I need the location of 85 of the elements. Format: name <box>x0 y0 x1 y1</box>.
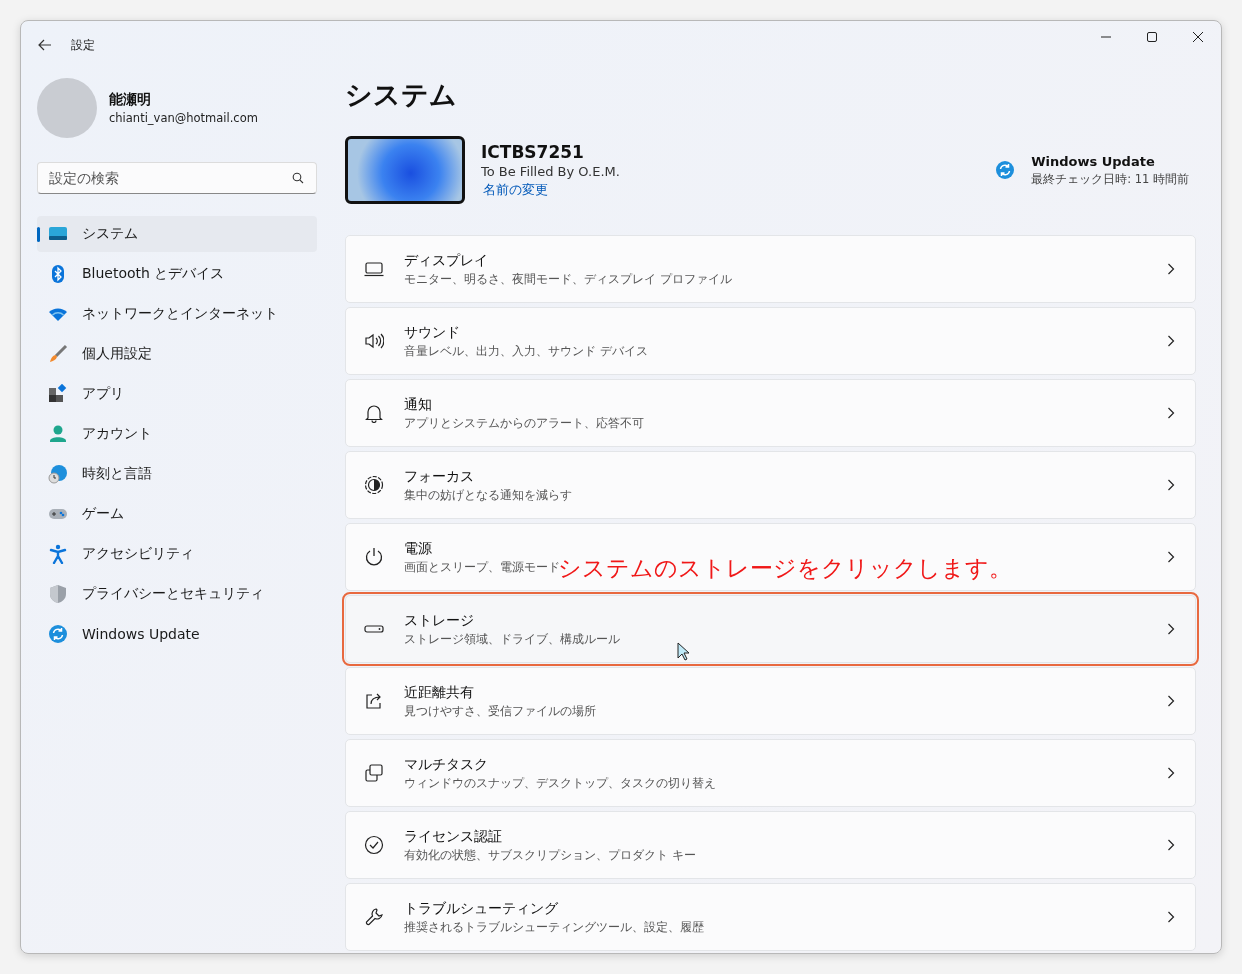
setting-description: 集中の妨げとなる通知を減らす <box>404 487 572 503</box>
update-icon[interactable] <box>995 160 1016 180</box>
display-icon <box>364 259 384 279</box>
nav-item[interactable]: Bluetooth とデバイス <box>37 256 317 292</box>
update-title: Windows Update <box>1031 153 1156 169</box>
settings-row[interactable]: サウンド 音量レベル、出力、入力、サウンド デバイス <box>345 307 1196 375</box>
settings-row[interactable]: 通知 アプリとシステムからのアラート、応答不可 <box>345 379 1196 447</box>
nav-item[interactable]: システム <box>37 216 317 252</box>
settings-row[interactable]: ディスプレイ モニター、明るさ、夜間モード、ディスプレイ プロファイル <box>345 235 1196 303</box>
chevron-right-icon <box>1167 479 1175 491</box>
maximize-icon[interactable] <box>1147 32 1157 42</box>
setting-description: アプリとシステムからのアラート、応答不可 <box>404 415 644 431</box>
nav-item[interactable]: 個人用設定 <box>37 336 317 372</box>
setting-title: 通知 <box>404 395 432 414</box>
chevron-right-icon <box>1167 767 1175 779</box>
settings-row[interactable]: ストレージ ストレージ領域、ドライブ、構成ルール <box>345 595 1196 663</box>
selection-indicator <box>37 227 40 242</box>
setting-title: ストレージ <box>404 611 474 630</box>
setting-title: 近距離共有 <box>404 683 474 702</box>
wrench-icon <box>364 907 384 927</box>
setting-title: ライセンス認証 <box>404 827 502 846</box>
setting-title: マルチタスク <box>404 755 488 774</box>
device-manufacturer: To Be Filled By O.E.M. <box>481 163 620 179</box>
settings-row[interactable]: 近距離共有 見つけやすさ、受信ファイルの場所 <box>345 667 1196 735</box>
setting-title: ディスプレイ <box>404 251 488 270</box>
chevron-right-icon <box>1167 911 1175 923</box>
setting-description: 推奨されるトラブルシューティングツール、設定、履歴 <box>404 919 704 935</box>
window-title: 設定 <box>71 36 95 54</box>
setting-title: 電源 <box>404 539 432 558</box>
shield-icon <box>48 584 68 604</box>
setting-description: 音量レベル、出力、入力、サウンド デバイス <box>404 343 648 359</box>
focus-icon <box>364 475 384 495</box>
user-email: chianti_van@hotmail.com <box>109 111 258 125</box>
chevron-right-icon <box>1167 335 1175 347</box>
annotation-text: システムのストレージをクリックします。 <box>558 554 1012 583</box>
setting-description: モニター、明るさ、夜間モード、ディスプレイ プロファイル <box>404 271 732 287</box>
share-icon <box>364 691 384 711</box>
rename-link[interactable]: 名前の変更 <box>483 180 548 199</box>
chevron-right-icon <box>1167 839 1175 851</box>
search-icon <box>292 172 304 184</box>
nav-item[interactable]: プライバシーとセキュリティ <box>37 576 317 612</box>
bell-icon <box>364 403 384 423</box>
power-icon <box>364 547 384 567</box>
device-name: ICTBS7251 <box>481 141 585 162</box>
settings-row[interactable]: ライセンス認証 有効化の状態、サブスクリプション、プロダクト キー <box>345 811 1196 879</box>
user-name: 能瀬明 <box>109 91 152 109</box>
settings-row[interactable]: マルチタスク ウィンドウのスナップ、デスクトップ、タスクの切り替え <box>345 739 1196 807</box>
setting-description: 見つけやすさ、受信ファイルの場所 <box>404 703 596 719</box>
setting-description: 画面とスリープ、電源モード <box>404 559 560 575</box>
back-arrow-icon[interactable] <box>38 39 52 51</box>
brush-icon <box>48 344 68 364</box>
setting-description: 有効化の状態、サブスクリプション、プロダクト キー <box>404 847 696 863</box>
nav-item[interactable]: Windows Update <box>37 616 317 652</box>
settings-row[interactable]: トラブルシューティング 推奨されるトラブルシューティングツール、設定、履歴 <box>345 883 1196 951</box>
chevron-right-icon <box>1167 623 1175 635</box>
setting-description: ウィンドウのスナップ、デスクトップ、タスクの切り替え <box>404 775 716 791</box>
sound-icon <box>364 331 384 351</box>
mouse-pointer-icon <box>677 642 691 662</box>
check-icon <box>364 835 384 855</box>
setting-title: サウンド <box>404 323 460 342</box>
page-title: システム <box>345 78 458 112</box>
search-field[interactable]: 設定の検索 <box>37 162 317 194</box>
update-status: 最終チェック日時: 11 時間前 <box>1031 171 1189 187</box>
nav-item[interactable]: 時刻と言語 <box>37 456 317 492</box>
setting-title: フォーカス <box>404 467 474 486</box>
nav-item[interactable]: アカウント <box>37 416 317 452</box>
close-icon[interactable] <box>1193 32 1203 42</box>
nav-item[interactable]: アクセシビリティ <box>37 536 317 572</box>
avatar-photo <box>37 78 97 138</box>
multitask-icon <box>364 763 384 783</box>
apps-icon <box>48 384 68 404</box>
update-icon <box>48 624 68 644</box>
setting-title: トラブルシューティング <box>404 899 558 918</box>
time-icon <box>48 464 68 484</box>
chevron-right-icon <box>1167 551 1175 563</box>
nav-item[interactable]: アプリ <box>37 376 317 412</box>
accessibility-icon <box>48 544 68 564</box>
account-icon <box>48 424 68 444</box>
chevron-right-icon <box>1167 407 1175 419</box>
settings-row[interactable]: フォーカス 集中の妨げとなる通知を減らす <box>345 451 1196 519</box>
nav-item[interactable]: ゲーム <box>37 496 317 532</box>
setting-description: ストレージ領域、ドライブ、構成ルール <box>404 631 620 647</box>
nav-item[interactable]: ネットワークとインターネット <box>37 296 317 332</box>
chevron-right-icon <box>1167 263 1175 275</box>
chevron-right-icon <box>1167 695 1175 707</box>
